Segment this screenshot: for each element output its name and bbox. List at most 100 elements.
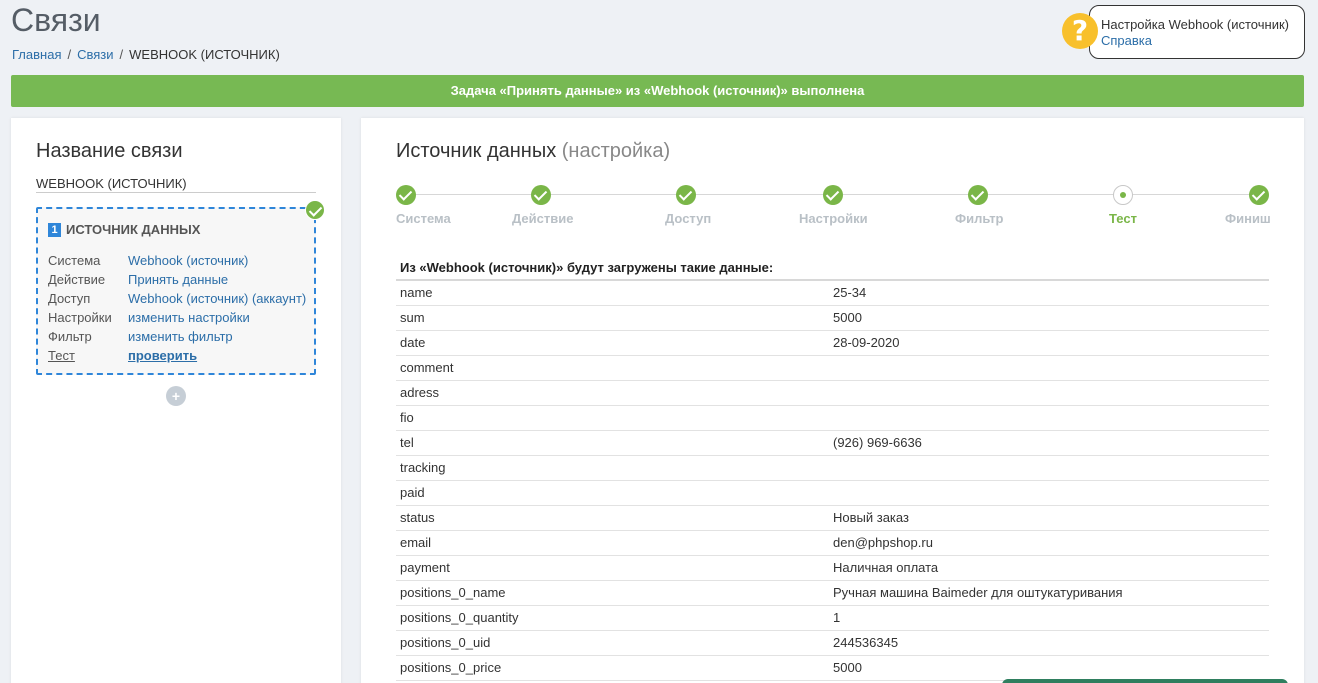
- field-name: payment: [400, 560, 450, 575]
- field-value: [833, 356, 1269, 380]
- help-box: Настройка Webhook (источник) Справка: [1089, 5, 1305, 59]
- field-name: adress: [400, 385, 440, 400]
- field-value: Наличная оплата: [833, 560, 939, 575]
- card-row-access: Доступ Webhook (источник) (аккаунт): [48, 291, 310, 306]
- card-row-value-link[interactable]: Принять данные: [128, 272, 228, 287]
- source-card-heading: 1 ИСТОЧНИК ДАННЫХ: [48, 222, 200, 237]
- step-current-icon[interactable]: [1113, 185, 1133, 205]
- field-name: positions_0_uid: [400, 635, 491, 650]
- card-row-value-link[interactable]: изменить фильтр: [128, 329, 233, 344]
- field-value: [833, 481, 1269, 505]
- field-value: 5000: [833, 660, 862, 675]
- field-value: Ручная машина Baimeder для оштукатуриван…: [833, 585, 1123, 600]
- table-row: fio: [396, 406, 1269, 431]
- step-check-icon[interactable]: [396, 185, 416, 205]
- field-value: den@phpshop.ru: [833, 535, 933, 550]
- table-row: positions_0_name Ручная машина Baimeder д…: [396, 581, 1269, 606]
- step-check-icon[interactable]: [1249, 185, 1269, 205]
- step-label-action[interactable]: Действие: [512, 211, 573, 226]
- connection-panel: Название связи WEBHOOK (ИСТОЧНИК) 1 ИСТОЧ…: [11, 118, 341, 683]
- source-settings-panel: Источник данных (настройка) Система Дейс…: [361, 118, 1304, 683]
- step-check-icon[interactable]: [531, 185, 551, 205]
- field-value: 5000: [833, 310, 862, 325]
- card-row-key: Действие: [48, 272, 106, 287]
- step-label-system[interactable]: Система: [396, 211, 451, 226]
- connection-title: Название связи: [36, 140, 183, 162]
- card-row-value-link[interactable]: изменить настройки: [128, 310, 250, 325]
- card-row-settings: Настройки изменить настройки: [48, 310, 310, 325]
- step-label-finish[interactable]: Финиш: [1225, 211, 1271, 226]
- table-row: tel (926) 969-6636: [396, 431, 1269, 456]
- card-row-value-link[interactable]: проверить: [128, 348, 197, 363]
- card-row-filter: Фильтр изменить фильтр: [48, 329, 310, 344]
- table-row: comment: [396, 356, 1269, 381]
- add-step-button[interactable]: +: [166, 386, 186, 406]
- card-check-icon: [305, 200, 325, 220]
- step-label-filter[interactable]: Фильтр: [955, 211, 1004, 226]
- breadcrumb-current: WEBHOOK (ИСТОЧНИК): [129, 47, 280, 62]
- step-label-access[interactable]: Доступ: [665, 211, 711, 226]
- field-value: (926) 969-6636: [833, 435, 922, 450]
- table-row: positions_0_quantity 1: [396, 606, 1269, 631]
- data-preview-table: Из «Webhook (источник)» будут загружены …: [396, 257, 1269, 681]
- source-title-text: Источник данных: [396, 140, 557, 162]
- card-row-test: Тест проверить: [48, 348, 310, 363]
- field-name: sum: [400, 310, 425, 325]
- field-value: [833, 381, 1269, 405]
- breadcrumb-separator: /: [67, 47, 72, 62]
- field-name: paid: [400, 485, 425, 500]
- source-subtitle: (настройка): [561, 140, 671, 162]
- connection-name-field[interactable]: WEBHOOK (ИСТОЧНИК): [36, 176, 316, 193]
- success-banner: Задача «Принять данные» из «Webhook (ист…: [11, 75, 1304, 107]
- field-name: positions_0_name: [400, 585, 506, 600]
- step-check-icon[interactable]: [823, 185, 843, 205]
- field-value: 28-09-2020: [833, 335, 900, 350]
- source-title: Источник данных (настройка): [396, 140, 670, 163]
- field-value: [833, 406, 1269, 430]
- step-label-settings[interactable]: Настройки: [799, 211, 868, 226]
- table-row: sum 5000: [396, 306, 1269, 331]
- step-check-icon[interactable]: [968, 185, 988, 205]
- step-check-icon[interactable]: [676, 185, 696, 205]
- table-row: paid: [396, 481, 1269, 506]
- field-name: date: [400, 335, 426, 350]
- field-value: 25-34: [833, 285, 867, 300]
- field-name: comment: [400, 360, 454, 375]
- field-value: 1: [833, 610, 841, 625]
- step-number-badge: 1: [48, 223, 61, 237]
- field-name: name: [400, 285, 433, 300]
- field-value: Новый заказ: [833, 510, 909, 525]
- table-row: tracking: [396, 456, 1269, 481]
- table-row: email den@phpshop.ru: [396, 531, 1269, 556]
- step-label-test[interactable]: Тест: [1109, 211, 1137, 226]
- card-row-value-link[interactable]: Webhook (источник) (аккаунт): [128, 291, 306, 306]
- source-card[interactable]: 1 ИСТОЧНИК ДАННЫХ Система Webhook (источни…: [36, 207, 316, 375]
- question-icon[interactable]: ?: [1062, 13, 1098, 49]
- field-name: status: [400, 510, 435, 525]
- help-link[interactable]: Справка: [1101, 33, 1294, 49]
- card-row-key: Фильтр: [48, 329, 92, 344]
- breadcrumb: Главная / Связи / WEBHOOK (ИСТОЧНИК): [12, 47, 280, 62]
- table-row: status Новый заказ: [396, 506, 1269, 531]
- card-row-value-link[interactable]: Webhook (источник): [128, 253, 248, 268]
- card-row-key: Настройки: [48, 310, 112, 325]
- field-name: fio: [400, 410, 414, 425]
- breadcrumb-links-link[interactable]: Связи: [77, 47, 113, 62]
- chat-widget-tab[interactable]: [1002, 679, 1288, 683]
- breadcrumb-separator: /: [119, 47, 124, 62]
- field-name: tel: [400, 435, 414, 450]
- field-name: tracking: [400, 460, 446, 475]
- breadcrumb-home-link[interactable]: Главная: [12, 47, 61, 62]
- card-row-key[interactable]: Тест: [48, 348, 128, 363]
- source-card-title: ИСТОЧНИК ДАННЫХ: [66, 222, 201, 237]
- table-row: date 28-09-2020: [396, 331, 1269, 356]
- table-row: positions_0_uid 244536345: [396, 631, 1269, 656]
- table-row: adress: [396, 381, 1269, 406]
- card-row-action: Действие Принять данные: [48, 272, 310, 287]
- help-title: Настройка Webhook (источник): [1101, 17, 1289, 32]
- page-title: Связи: [11, 2, 101, 38]
- card-row-system: Система Webhook (источник): [48, 253, 310, 268]
- card-row-key: Доступ: [48, 291, 91, 306]
- field-value: 244536345: [833, 635, 899, 650]
- table-row: payment Наличная оплата: [396, 556, 1269, 581]
